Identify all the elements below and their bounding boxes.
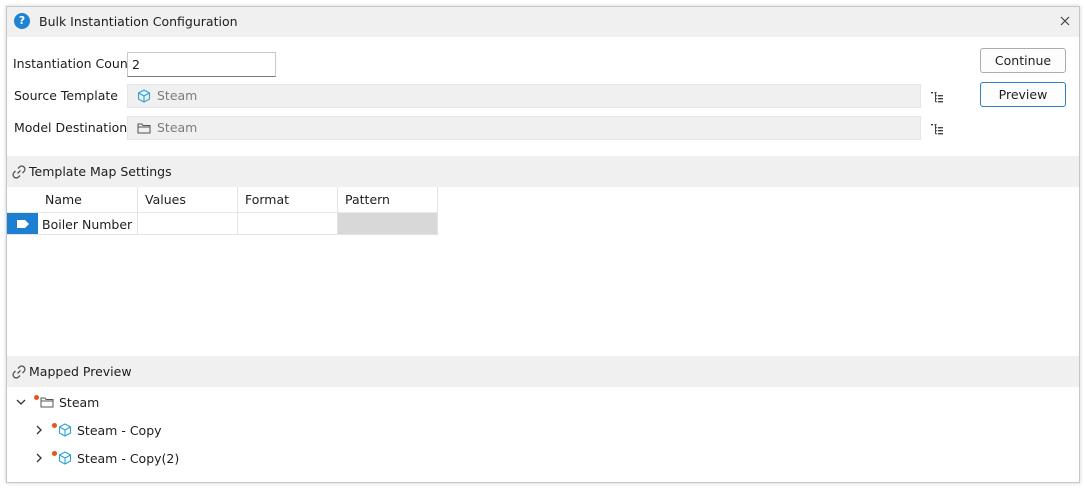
table-row[interactable]: Boiler Number	[7, 212, 438, 235]
link-icon	[12, 165, 26, 179]
help-icon[interactable]: ?	[14, 13, 30, 29]
source-template-browse-button[interactable]	[929, 89, 945, 105]
link-icon	[12, 365, 26, 379]
preview-button[interactable]: Preview	[980, 82, 1066, 107]
cell-pattern	[338, 212, 438, 235]
status-dot	[52, 423, 57, 428]
tree-list-icon	[931, 92, 943, 103]
row-selector[interactable]	[7, 212, 38, 235]
tree-node-label[interactable]: Steam - Copy(2)	[77, 451, 179, 466]
cell-values[interactable]	[138, 212, 238, 235]
cell-name[interactable]: Boiler Number	[38, 212, 138, 235]
instantiation-count-input[interactable]	[127, 52, 276, 77]
close-button[interactable]	[1057, 12, 1073, 30]
template-cube-icon	[58, 451, 72, 465]
source-template-label: Source Template	[14, 88, 118, 103]
tree-node-root[interactable]: Steam	[15, 389, 99, 415]
tree-node-label[interactable]: Steam	[59, 395, 99, 410]
chevron-down-icon[interactable]	[15, 396, 27, 408]
tree-list-icon	[931, 124, 943, 135]
tree-node-icon	[52, 450, 72, 466]
bulk-instantiation-dialog: ? Bulk Instantiation Configuration Insta…	[6, 6, 1080, 483]
dialog-title: Bulk Instantiation Configuration	[39, 14, 238, 29]
row-header-corner	[7, 187, 38, 212]
continue-button[interactable]: Continue	[980, 48, 1066, 73]
column-header-pattern[interactable]: Pattern	[338, 187, 438, 212]
model-destination-field: Steam	[127, 116, 921, 140]
tree-node-icon	[52, 422, 72, 438]
grid-header-row: Name Values Format Pattern	[7, 187, 438, 212]
tree-node-label[interactable]: Steam - Copy	[77, 423, 162, 438]
model-destination-label: Model Destination	[14, 120, 128, 135]
model-destination-value: Steam	[157, 120, 198, 135]
title-bar: ? Bulk Instantiation Configuration	[7, 7, 1079, 37]
column-header-values[interactable]: Values	[138, 187, 238, 212]
template-cube-icon	[58, 423, 72, 437]
tree-node-icon	[34, 394, 54, 410]
template-map-settings-header: Template Map Settings	[7, 156, 1079, 187]
template-cube-icon	[137, 89, 151, 103]
folder-icon	[137, 123, 151, 134]
instantiation-count-label: Instantiation Count	[13, 56, 133, 71]
template-map-settings-title: Template Map Settings	[29, 164, 172, 179]
tree-node-child-2[interactable]: Steam - Copy(2)	[33, 445, 179, 471]
chevron-right-icon[interactable]	[33, 452, 45, 464]
source-template-value: Steam	[157, 88, 198, 103]
source-template-field: Steam	[127, 84, 921, 108]
tag-icon	[17, 220, 29, 228]
tree-node-child-1[interactable]: Steam - Copy	[33, 417, 162, 443]
status-dot	[52, 451, 57, 456]
model-destination-browse-button[interactable]	[929, 121, 945, 137]
chevron-right-icon[interactable]	[33, 424, 45, 436]
column-header-format[interactable]: Format	[238, 187, 338, 212]
mapped-preview-header: Mapped Preview	[7, 356, 1079, 387]
template-map-grid: Name Values Format Pattern Boiler Number	[7, 187, 438, 235]
status-dot	[34, 395, 39, 400]
close-icon	[1060, 16, 1070, 26]
column-header-name[interactable]: Name	[38, 187, 138, 212]
mapped-preview-title: Mapped Preview	[29, 364, 132, 379]
folder-icon	[40, 397, 54, 408]
cell-format[interactable]	[238, 212, 338, 235]
